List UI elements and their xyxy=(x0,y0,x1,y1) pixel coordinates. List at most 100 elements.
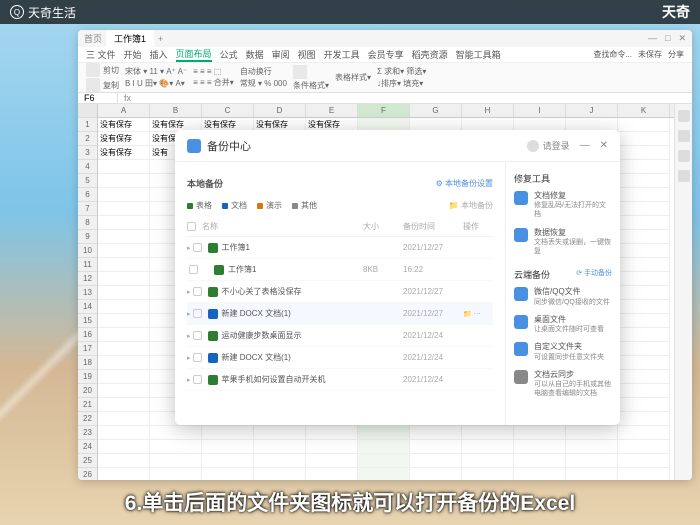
cell[interactable] xyxy=(514,426,566,440)
workbook-tab[interactable]: 工作簿1 xyxy=(106,30,154,47)
row-header[interactable]: 14 xyxy=(78,300,97,314)
cell[interactable] xyxy=(98,412,150,426)
cell[interactable] xyxy=(98,188,150,202)
side-tool-item[interactable]: 桌面文件让桌面文件随时可查看 xyxy=(514,315,612,334)
select-all-checkbox[interactable] xyxy=(187,222,196,231)
file-row[interactable]: ▸工作簿12021/12/27 xyxy=(187,237,493,259)
cell[interactable] xyxy=(358,440,410,454)
cell[interactable] xyxy=(202,426,254,440)
cell[interactable] xyxy=(150,426,202,440)
cell[interactable] xyxy=(410,440,462,454)
cell[interactable] xyxy=(98,216,150,230)
cell[interactable] xyxy=(618,370,670,384)
cell[interactable]: 没有保存 xyxy=(98,146,150,160)
panel-icon[interactable] xyxy=(678,150,690,162)
cell[interactable] xyxy=(358,426,410,440)
file-menu[interactable]: 三 文件 xyxy=(86,48,116,61)
cell[interactable] xyxy=(618,412,670,426)
cell[interactable] xyxy=(98,244,150,258)
filter-chip[interactable]: 演示 xyxy=(257,200,282,211)
row-header[interactable]: 5 xyxy=(78,174,97,188)
cell[interactable] xyxy=(618,146,670,160)
cell[interactable] xyxy=(566,454,618,468)
cell[interactable] xyxy=(514,454,566,468)
cell[interactable] xyxy=(150,454,202,468)
row-header[interactable]: 24 xyxy=(78,440,97,454)
backup-settings-link[interactable]: ⚙ 本地备份设置 xyxy=(436,178,493,189)
cell[interactable] xyxy=(462,468,514,480)
ribbon-tab[interactable]: 视图 xyxy=(298,48,316,61)
cell[interactable] xyxy=(98,272,150,286)
row-header[interactable]: 12 xyxy=(78,272,97,286)
ribbon-tab[interactable]: 会员专享 xyxy=(368,48,404,61)
cell[interactable] xyxy=(98,300,150,314)
panel-icon[interactable] xyxy=(678,130,690,142)
format-icon[interactable] xyxy=(293,65,307,79)
row-header[interactable]: 20 xyxy=(78,384,97,398)
file-row[interactable]: ▸运动健康步数桌面显示2021/12/24 xyxy=(187,325,493,347)
filter-chip[interactable]: 其他 xyxy=(292,200,317,211)
col-header[interactable]: A xyxy=(98,104,150,117)
cell[interactable] xyxy=(150,440,202,454)
row-header[interactable]: 19 xyxy=(78,370,97,384)
file-row[interactable]: 工作簿18KB16:22 xyxy=(187,259,493,281)
close-icon[interactable]: ✕ xyxy=(678,33,686,44)
cell[interactable] xyxy=(618,132,670,146)
cell[interactable] xyxy=(98,454,150,468)
col-header[interactable]: F xyxy=(358,104,410,117)
cell[interactable] xyxy=(98,370,150,384)
cell[interactable] xyxy=(618,188,670,202)
dialog-minimize-icon[interactable]: — xyxy=(580,140,590,151)
manual-backup-link[interactable]: ⟳ 手动备份 xyxy=(576,268,612,278)
cell[interactable] xyxy=(618,286,670,300)
cell[interactable] xyxy=(618,342,670,356)
cell[interactable] xyxy=(462,454,514,468)
file-checkbox[interactable] xyxy=(193,309,202,318)
cell[interactable] xyxy=(618,272,670,286)
panel-icon[interactable] xyxy=(678,170,690,182)
ribbon-tab[interactable]: 插入 xyxy=(150,48,168,61)
cell[interactable] xyxy=(358,468,410,480)
col-header[interactable]: I xyxy=(514,104,566,117)
file-row[interactable]: ▸苹果手机如何设置自动开关机2021/12/24 xyxy=(187,369,493,391)
row-header[interactable]: 1 xyxy=(78,118,97,132)
cell[interactable] xyxy=(462,440,514,454)
cell[interactable] xyxy=(618,314,670,328)
cell[interactable] xyxy=(202,454,254,468)
filter-chip[interactable]: 文档 xyxy=(222,200,247,211)
cell[interactable] xyxy=(306,468,358,480)
row-header[interactable]: 25 xyxy=(78,454,97,468)
cell[interactable] xyxy=(306,426,358,440)
cell[interactable] xyxy=(566,426,618,440)
cell[interactable] xyxy=(462,426,514,440)
side-tool-item[interactable]: 文档修复修复乱码/无法打开的文档 xyxy=(514,191,612,220)
cell[interactable] xyxy=(618,118,670,132)
ribbon-tab[interactable]: 审阅 xyxy=(272,48,290,61)
cell[interactable] xyxy=(98,314,150,328)
home-tab[interactable]: 首页 xyxy=(84,32,102,45)
row-header[interactable]: 11 xyxy=(78,258,97,272)
ribbon-tab[interactable]: 开发工具 xyxy=(324,48,360,61)
cell[interactable] xyxy=(618,258,670,272)
maximize-icon[interactable]: □ xyxy=(665,33,670,44)
cell[interactable] xyxy=(618,174,670,188)
side-tool-item[interactable]: 微信/QQ文件同步微信/QQ接收的文件 xyxy=(514,287,612,306)
cell[interactable] xyxy=(254,454,306,468)
cell[interactable] xyxy=(618,230,670,244)
file-actions[interactable]: 📁 ⋯ xyxy=(463,310,493,318)
cell[interactable] xyxy=(306,454,358,468)
cell[interactable] xyxy=(618,356,670,370)
ribbon-tab[interactable]: 数据 xyxy=(246,48,264,61)
row-header[interactable]: 23 xyxy=(78,426,97,440)
file-checkbox[interactable] xyxy=(193,287,202,296)
col-header[interactable]: G xyxy=(410,104,462,117)
cell[interactable] xyxy=(254,440,306,454)
row-header[interactable]: 15 xyxy=(78,314,97,328)
cell[interactable] xyxy=(410,454,462,468)
file-checkbox[interactable] xyxy=(189,265,198,274)
ribbon-tab[interactable]: 智能工具箱 xyxy=(456,48,501,61)
ribbon-tab-active[interactable]: 页面布局 xyxy=(176,47,212,62)
row-header[interactable]: 2 xyxy=(78,132,97,146)
cell[interactable] xyxy=(98,468,150,480)
cell[interactable] xyxy=(618,426,670,440)
